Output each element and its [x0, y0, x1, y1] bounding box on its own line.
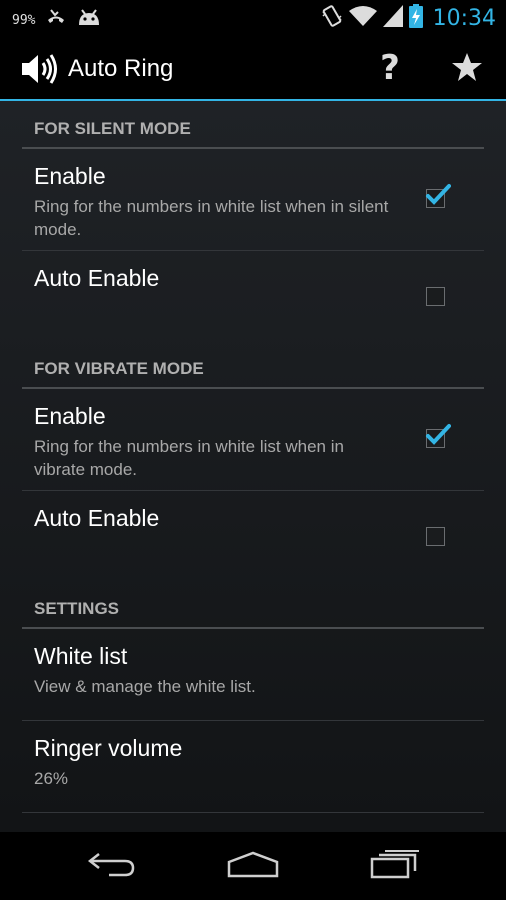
battery-charging-icon	[408, 4, 423, 33]
silent-enable-checkbox[interactable]	[426, 184, 451, 208]
battery-percent: 99%	[12, 13, 36, 28]
help-icon: ?	[380, 48, 400, 88]
pref-silent-auto-enable[interactable]: Auto Enable	[22, 251, 484, 343]
section-header-silent: FOR SILENT MODE	[22, 105, 484, 149]
star-icon	[451, 52, 483, 87]
back-button[interactable]	[72, 846, 152, 886]
help-button[interactable]: ?	[372, 47, 408, 89]
pref-summary: 26%	[34, 769, 69, 788]
pref-title: Auto Enable	[34, 265, 160, 291]
recent-apps-button[interactable]	[355, 846, 435, 886]
vibrate-enable-checkbox[interactable]	[426, 424, 451, 448]
app-title: Auto Ring	[68, 55, 174, 82]
section-header-settings: SETTINGS	[22, 585, 484, 629]
pref-title: White list	[34, 643, 128, 669]
preferences-list[interactable]: FOR SILENT MODE Enable Ring for the numb…	[0, 101, 506, 832]
checkmark-icon	[426, 424, 451, 445]
vibrate-icon	[321, 4, 343, 33]
pref-title: Enable	[34, 403, 106, 429]
back-icon	[87, 850, 137, 883]
signal-icon	[382, 5, 403, 32]
speaker-icon	[20, 52, 60, 91]
action-bar: Auto Ring ?	[0, 35, 506, 101]
missed-call-icon	[45, 8, 67, 33]
pref-vibrate-enable[interactable]: Enable Ring for the numbers in white lis…	[22, 389, 484, 491]
section-title: SETTINGS	[34, 599, 120, 618]
section-title: FOR VIBRATE MODE	[34, 359, 204, 378]
pref-title: Enable	[34, 163, 106, 189]
vibrate-auto-enable-checkbox[interactable]	[426, 527, 445, 546]
android-icon	[77, 9, 101, 32]
pref-silent-enable[interactable]: Enable Ring for the numbers in white lis…	[22, 149, 484, 251]
section-header-vibrate: FOR VIBRATE MODE	[22, 345, 484, 389]
home-button[interactable]	[213, 846, 293, 886]
pref-title: Ringer volume	[34, 735, 183, 761]
clock: 10:34	[432, 6, 496, 31]
pref-title: Auto Enable	[34, 505, 160, 531]
pref-vibrate-auto-enable[interactable]: Auto Enable	[22, 491, 484, 583]
silent-auto-enable-checkbox[interactable]	[426, 287, 445, 306]
pref-ringer-volume[interactable]: Ringer volume 26%	[22, 721, 484, 813]
home-icon	[226, 850, 280, 883]
navigation-bar	[0, 832, 506, 900]
pref-white-list[interactable]: White list View & manage the white list.	[22, 629, 484, 721]
pref-summary: Ring for the numbers in white list when …	[34, 197, 389, 239]
status-bar: 99% 10:34	[0, 0, 506, 35]
checkmark-icon	[426, 184, 451, 205]
pref-summary: View & manage the white list.	[34, 677, 256, 696]
recent-apps-icon	[369, 849, 421, 884]
favorite-button[interactable]	[448, 49, 486, 89]
pref-summary: Ring for the numbers in white list when …	[34, 437, 344, 479]
section-title: FOR SILENT MODE	[34, 119, 191, 138]
wifi-icon	[348, 5, 377, 32]
